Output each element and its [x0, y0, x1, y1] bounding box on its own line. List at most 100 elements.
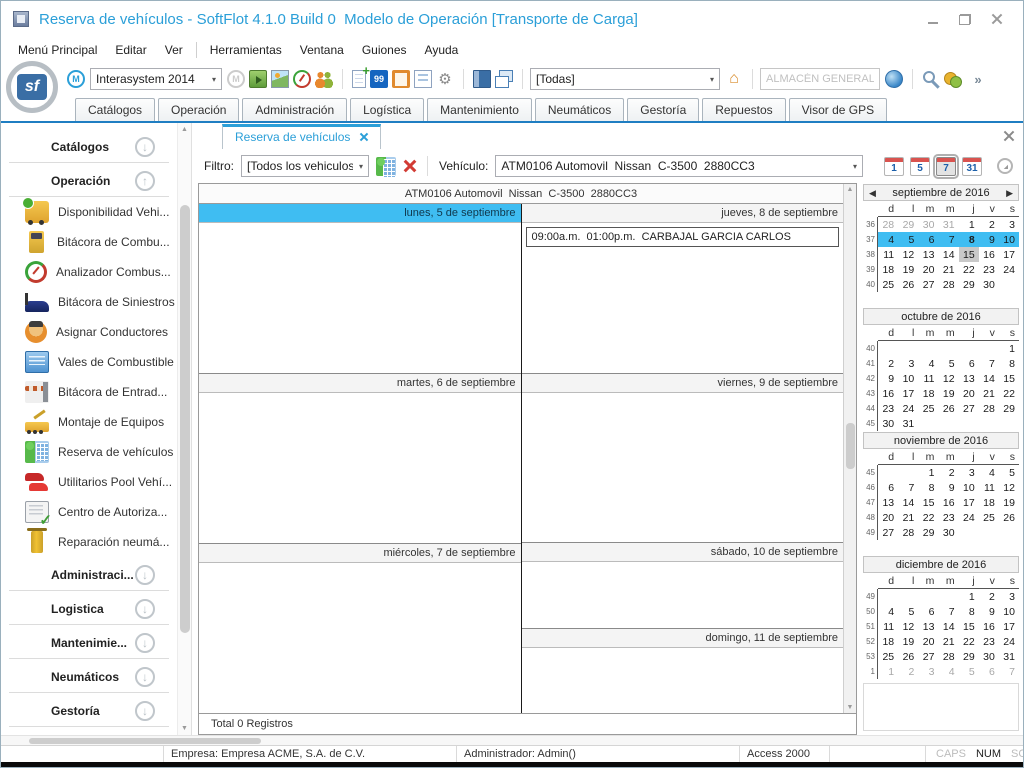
- day-cell-body[interactable]: [522, 562, 844, 627]
- sidebar-item-vales-de-combustible[interactable]: Vales de Combustible: [1, 347, 177, 377]
- day-15[interactable]: 15: [918, 495, 938, 510]
- day-3[interactable]: 3: [959, 465, 979, 480]
- day-23[interactable]: 23: [979, 262, 999, 277]
- scroll-up-icon[interactable]: ▲: [181, 126, 188, 133]
- day-5[interactable]: 5: [898, 604, 918, 619]
- day-11[interactable]: 11: [878, 619, 898, 634]
- expand-circle-icon[interactable]: ↓: [135, 137, 155, 157]
- day-cell-miercoles-7-de-septiembre[interactable]: miércoles, 7 de septiembre: [199, 543, 521, 713]
- day-10[interactable]: 10: [898, 371, 918, 386]
- day-6[interactable]: 6: [918, 232, 938, 247]
- vehiculo-combobox[interactable]: ATM0106 Automovil Nissan C-3500 2880CC3 …: [495, 155, 863, 177]
- day-21[interactable]: 21: [898, 510, 918, 525]
- day-8[interactable]: 8: [959, 604, 979, 619]
- day-2[interactable]: 2: [938, 465, 958, 480]
- day-8[interactable]: 8: [999, 356, 1019, 371]
- day-26[interactable]: 26: [999, 510, 1019, 525]
- day-1[interactable]: 1: [918, 465, 938, 480]
- day-30[interactable]: 30: [878, 416, 898, 431]
- day-17[interactable]: 17: [999, 247, 1019, 262]
- clipboard-icon[interactable]: [392, 70, 410, 88]
- day-28[interactable]: 28: [938, 649, 958, 664]
- day-25[interactable]: 25: [878, 277, 898, 292]
- day-24[interactable]: 24: [959, 510, 979, 525]
- sidebar-group-administraci[interactable]: Administraci...↓: [9, 559, 169, 591]
- overflow-icon[interactable]: »: [969, 70, 987, 88]
- day-10[interactable]: 10: [999, 604, 1019, 619]
- sidebar-item-bitacora-de-combu[interactable]: Bitácora de Combu...: [1, 227, 177, 257]
- day-23[interactable]: 23: [979, 634, 999, 649]
- expand-circle-icon[interactable]: ↓: [135, 633, 155, 653]
- day-cell-body[interactable]: 09:00a.m. 01:00p.m. CARBAJAL GARCIA CARL…: [522, 223, 844, 373]
- day-11[interactable]: 11: [918, 371, 938, 386]
- day-6[interactable]: 6: [959, 356, 979, 371]
- person-calendar-icon[interactable]: [376, 157, 396, 176]
- prev-month-icon[interactable]: ◀: [869, 187, 876, 200]
- sidebar-item-disponibilidad-vehi[interactable]: Disponibilidad Vehi...: [1, 197, 177, 227]
- sidebar-item-reparacion-neuma[interactable]: Reparación neumá...: [1, 527, 177, 557]
- day-1[interactable]: 1: [959, 217, 979, 232]
- horizontal-scrollbar[interactable]: [1, 735, 1023, 745]
- day-25[interactable]: 25: [878, 649, 898, 664]
- day-9[interactable]: 9: [938, 480, 958, 495]
- day-18[interactable]: 18: [878, 634, 898, 649]
- filtro-combobox[interactable]: [Todos los vehiculos] ▾: [241, 155, 369, 177]
- menu-item-guiones[interactable]: Guiones: [353, 39, 416, 61]
- day-31[interactable]: 31: [999, 649, 1019, 664]
- day-cell-body[interactable]: [199, 393, 521, 543]
- scroll-thumb[interactable]: [846, 423, 855, 469]
- day-cell-viernes-9-de-septiembre[interactable]: viernes, 9 de septiembre: [522, 373, 844, 543]
- day-3[interactable]: 3: [898, 356, 918, 371]
- tab-operacion[interactable]: Operación: [158, 98, 239, 121]
- expand-circle-icon[interactable]: ↓: [135, 701, 155, 721]
- menu-item-editar[interactable]: Editar: [106, 39, 155, 61]
- sidebar-item-utilitarios-pool-vehi[interactable]: Utilitarios Pool Vehí...: [1, 467, 177, 497]
- view-5-button[interactable]: 5: [910, 157, 930, 176]
- sidebar-group-neumaticos[interactable]: Neumáticos↓: [9, 661, 169, 693]
- day-6[interactable]: 6: [918, 604, 938, 619]
- day-30[interactable]: 30: [979, 649, 999, 664]
- scroll-track[interactable]: [844, 193, 856, 704]
- menu-item-menu-principal[interactable]: Menú Principal: [9, 39, 106, 61]
- day-14[interactable]: 14: [938, 247, 958, 262]
- day-4[interactable]: 4: [878, 604, 898, 619]
- people-icon[interactable]: [315, 70, 333, 88]
- list-icon[interactable]: [414, 70, 432, 88]
- view-7-button[interactable]: 7: [936, 157, 956, 176]
- day-20[interactable]: 20: [918, 262, 938, 277]
- day-cell-body[interactable]: [199, 563, 521, 713]
- day-21[interactable]: 21: [938, 634, 958, 649]
- day-26[interactable]: 26: [938, 401, 958, 416]
- day-19[interactable]: 19: [898, 262, 918, 277]
- day-23[interactable]: 23: [878, 401, 898, 416]
- day-16[interactable]: 16: [938, 495, 958, 510]
- sidebar-scrollbar[interactable]: ▲ ▼: [177, 123, 191, 735]
- day-4[interactable]: 4: [979, 465, 999, 480]
- day-1[interactable]: 1: [999, 341, 1019, 356]
- day-4[interactable]: 4: [878, 232, 898, 247]
- menu-item-ayuda[interactable]: Ayuda: [416, 39, 468, 61]
- day-28[interactable]: 28: [938, 277, 958, 292]
- day-1[interactable]: 1: [959, 589, 979, 604]
- day-19[interactable]: 19: [999, 495, 1019, 510]
- day-19[interactable]: 19: [938, 386, 958, 401]
- globe-icon[interactable]: [885, 70, 903, 88]
- tab-reserva-de-vehiculos[interactable]: Reserva de vehículos: [222, 124, 381, 149]
- restore-button[interactable]: [951, 8, 979, 30]
- view-1-button[interactable]: 1: [884, 157, 904, 176]
- day-22[interactable]: 22: [999, 386, 1019, 401]
- appointment[interactable]: 09:00a.m. 01:00p.m. CARBAJAL GARCIA CARL…: [526, 227, 840, 247]
- day-27[interactable]: 27: [959, 401, 979, 416]
- day-16[interactable]: 16: [979, 619, 999, 634]
- tab-gestoria[interactable]: Gestoría: [627, 98, 699, 121]
- sidebar-group-logistica[interactable]: Logistica↓: [9, 593, 169, 625]
- day-27[interactable]: 27: [878, 525, 898, 540]
- day-11[interactable]: 11: [979, 480, 999, 495]
- day-20[interactable]: 20: [918, 634, 938, 649]
- day-22[interactable]: 22: [918, 510, 938, 525]
- day-17[interactable]: 17: [999, 619, 1019, 634]
- day-22[interactable]: 22: [959, 634, 979, 649]
- day-1[interactable]: 1: [878, 664, 898, 679]
- schedule-scrollbar[interactable]: ▲ ▼: [843, 184, 856, 713]
- clear-filter-icon[interactable]: [403, 160, 416, 173]
